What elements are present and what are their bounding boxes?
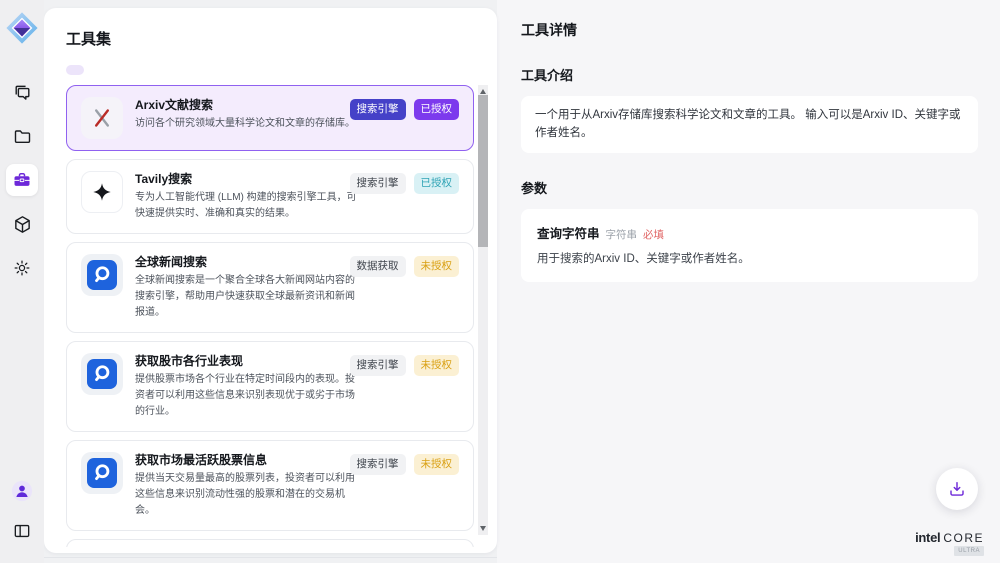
auth-status-badge: 未授权 xyxy=(414,454,460,475)
param-type: 字符串 xyxy=(606,227,638,242)
download-button[interactable] xyxy=(936,468,978,510)
tool-badges: 搜索引擎 未授权 xyxy=(350,454,460,475)
app-logo-icon xyxy=(4,10,40,46)
sidebar-item[interactable] xyxy=(6,252,38,284)
scrollbar-track[interactable] xyxy=(478,85,488,535)
tool-badges: 数据获取 未授权 xyxy=(350,256,460,277)
auth-status-badge: 已授权 xyxy=(414,173,460,194)
sidebar-bottom xyxy=(6,475,38,547)
tool-body: Arxiv文献搜索 访问各个研究领域大量科学论文和文章的存储库。 xyxy=(135,97,355,139)
sidebar-nav xyxy=(6,76,38,284)
sidebar-item[interactable] xyxy=(6,164,38,196)
chat-icon xyxy=(12,82,33,103)
tool-description: 提供当天交易量最高的股票列表，投资者可以利用这些信息来识别流动性强的股票和潜在的… xyxy=(135,471,357,519)
tool-card[interactable]: Arxiv文献搜索 访问各个研究领域大量科学论文和文章的存储库。 搜索引擎 已授… xyxy=(66,85,474,151)
params-box: 查询字符串 字符串 必填 用于搜索的Arxiv ID、关键字或作者姓名。 xyxy=(521,209,978,282)
category-tab[interactable] xyxy=(147,65,165,75)
newsq-icon xyxy=(81,452,123,494)
category-tab[interactable] xyxy=(120,65,138,75)
cube-icon xyxy=(12,214,33,235)
parameter-item: 查询字符串 字符串 必填 用于搜索的Arxiv ID、关键字或作者姓名。 xyxy=(537,223,962,268)
scroll-down-arrow-icon[interactable] xyxy=(480,526,486,531)
folder-icon xyxy=(12,126,33,147)
tool-detail-panel: 工具详情 工具介绍 一个用于从Arxiv存储库搜索科学论文和文章的工具。 输入可… xyxy=(497,0,1000,563)
app-window: 工具集 Arxiv文献搜索 访问各个研究领域大量科学论文和文章的存储库。 搜索引… xyxy=(0,0,1000,563)
category-badge: 搜索引擎 xyxy=(350,355,406,376)
category-tabs xyxy=(66,65,497,75)
tool-card[interactable]: 获取股市各行业表现 提供股票市场各个行业在特定时间段内的表现。投资者可以利用这些… xyxy=(66,341,474,432)
sidebar-item[interactable] xyxy=(6,120,38,152)
sparkle-icon xyxy=(81,171,123,213)
detail-title: 工具详情 xyxy=(521,20,978,40)
ultra-badge: ultra xyxy=(954,546,984,556)
sidebar xyxy=(0,0,44,563)
tool-name: 获取股市各行业表现 xyxy=(135,353,357,369)
category-badge: 搜索引擎 xyxy=(350,454,406,475)
arxiv-icon xyxy=(81,97,123,139)
tool-badges: 搜索引擎 已授权 xyxy=(350,99,460,120)
param-description: 用于搜索的Arxiv ID、关键字或作者姓名。 xyxy=(537,251,962,268)
intro-text: 一个用于从Arxiv存储库搜索科学论文和文章的工具。 输入可以是Arxiv ID… xyxy=(535,106,964,143)
params-heading: 参数 xyxy=(521,178,978,197)
tool-description: 全球新闻搜索是一个聚合全球各大新闻网站内容的搜索引擎，帮助用户快速获取全球最新资… xyxy=(135,273,357,321)
scrollbar-thumb[interactable] xyxy=(478,95,488,247)
intel-wordmark: intel xyxy=(915,530,940,545)
tool-body: 获取市场最活跃股票信息 提供当天交易量最高的股票列表，投资者可以利用这些信息来识… xyxy=(135,452,357,519)
settings-icon xyxy=(12,258,32,278)
tool-name: 全球新闻搜索 xyxy=(135,254,357,270)
core-wordmark: core xyxy=(943,531,984,545)
sidebar-item[interactable] xyxy=(6,208,38,240)
toolbox-icon xyxy=(12,170,32,190)
intro-heading: 工具介绍 xyxy=(521,65,978,84)
category-tab[interactable] xyxy=(66,65,84,75)
parameter-header: 查询字符串 字符串 必填 xyxy=(537,223,962,242)
page-title: 工具集 xyxy=(66,28,497,49)
tool-list: Arxiv文献搜索 访问各个研究领域大量科学论文和文章的存储库。 搜索引擎 已授… xyxy=(66,85,474,547)
scroll-up-arrow-icon[interactable] xyxy=(480,89,486,94)
panel-toggle-icon xyxy=(12,521,32,541)
intro-box: 一个用于从Arxiv存储库搜索科学论文和文章的工具。 输入可以是Arxiv ID… xyxy=(521,96,978,153)
intel-core-logo: intelcore ultra xyxy=(915,529,984,547)
tool-body: Tavily搜索 专为人工智能代理 (LLM) 构建的搜索引擎工具，可快速提供实… xyxy=(135,171,357,222)
category-tab[interactable] xyxy=(93,65,111,75)
toolset-panel: 工具集 Arxiv文献搜索 访问各个研究领域大量科学论文和文章的存储库。 搜索引… xyxy=(44,8,497,553)
tool-name: Tavily搜索 xyxy=(135,171,357,187)
tool-body: 全球新闻搜索 全球新闻搜索是一个聚合全球各大新闻网站内容的搜索引擎，帮助用户快速… xyxy=(135,254,357,321)
category-badge: 搜索引擎 xyxy=(350,173,406,194)
newsq-icon xyxy=(81,353,123,395)
tool-card[interactable]: 万维地区新闻查询 查询具体行政区划内的新闻，快速了解各地新闻动 搜索引擎 未授权 xyxy=(66,539,474,547)
tool-name: Arxiv文献搜索 xyxy=(135,97,355,113)
tool-card[interactable]: 获取市场最活跃股票信息 提供当天交易量最高的股票列表，投资者可以利用这些信息来识… xyxy=(66,440,474,531)
auth-status-badge: 未授权 xyxy=(414,256,460,277)
tool-badges: 搜索引擎 未授权 xyxy=(350,355,460,376)
tool-name: 获取市场最活跃股票信息 xyxy=(135,452,357,468)
tool-card[interactable]: 全球新闻搜索 全球新闻搜索是一个聚合全球各大新闻网站内容的搜索引擎，帮助用户快速… xyxy=(66,242,474,333)
newsq-icon xyxy=(81,254,123,296)
tool-body: 获取股市各行业表现 提供股票市场各个行业在特定时间段内的表现。投资者可以利用这些… xyxy=(135,353,357,420)
sidebar-bottom-item[interactable] xyxy=(6,515,38,547)
sidebar-item[interactable] xyxy=(6,76,38,108)
auth-status-badge: 已授权 xyxy=(414,99,460,120)
tool-card[interactable]: Tavily搜索 专为人工智能代理 (LLM) 构建的搜索引擎工具，可快速提供实… xyxy=(66,159,474,234)
category-badge: 搜索引擎 xyxy=(350,99,406,120)
sidebar-bottom-item[interactable] xyxy=(6,475,38,507)
param-required-badge: 必填 xyxy=(643,227,664,242)
param-name: 查询字符串 xyxy=(537,223,600,242)
tool-description: 专为人工智能代理 (LLM) 构建的搜索引擎工具，可快速提供实时、准确和真实的结… xyxy=(135,190,357,222)
download-icon xyxy=(947,479,967,499)
tool-description: 访问各个研究领域大量科学论文和文章的存储库。 xyxy=(135,116,355,132)
category-badge: 数据获取 xyxy=(350,256,406,277)
avatar-icon xyxy=(11,480,33,502)
tool-description: 提供股票市场各个行业在特定时间段内的表现。投资者可以利用这些信息来识别表现优于或… xyxy=(135,372,357,420)
auth-status-badge: 未授权 xyxy=(414,355,460,376)
tool-badges: 搜索引擎 已授权 xyxy=(350,173,460,194)
